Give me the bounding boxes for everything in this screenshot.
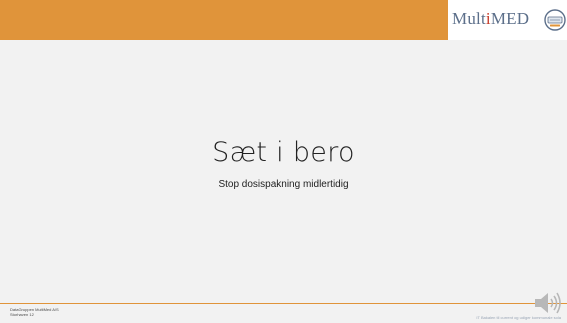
speaker-icon[interactable] xyxy=(532,290,562,316)
footer-company-address: Storhaven 12 xyxy=(10,312,34,317)
brand-name: MultiMED xyxy=(452,9,529,29)
slide-subtitle: Stop dosispakning midlertidig xyxy=(218,179,349,190)
footer-divider xyxy=(0,303,567,304)
multimed-logo-icon xyxy=(544,9,566,31)
brand-prefix: Mult xyxy=(452,9,486,28)
footer-company-info: DataGruppen MultiMed A/S Storhaven 12 xyxy=(10,307,59,317)
slide-title: Sæt i bero xyxy=(212,137,355,168)
slide: MultiMED Sæt i bero Stop dosispakning mi… xyxy=(0,0,567,323)
brand-suffix: MED xyxy=(490,9,530,28)
header-bar xyxy=(0,0,448,40)
brand-area: MultiMED xyxy=(448,0,567,40)
